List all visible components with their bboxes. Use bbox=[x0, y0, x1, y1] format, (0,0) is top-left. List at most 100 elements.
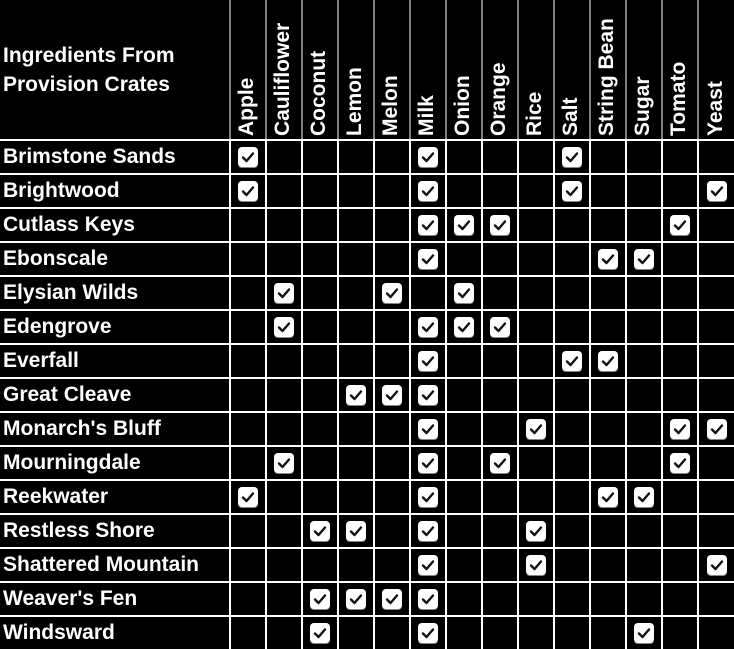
cell-yeast bbox=[697, 174, 734, 209]
cell-onion bbox=[445, 276, 483, 311]
cell-coconut bbox=[301, 412, 339, 447]
cell-apple bbox=[229, 242, 267, 277]
checkbox-checked-icon bbox=[310, 521, 330, 541]
cell-orange bbox=[481, 242, 519, 277]
cell-tomato bbox=[661, 140, 699, 175]
checkbox-checked-icon bbox=[382, 385, 402, 405]
checkbox-checked-icon bbox=[274, 317, 294, 337]
column-header-cauliflower: Cauliflower bbox=[265, 0, 302, 141]
cell-yeast bbox=[697, 310, 734, 345]
cell-apple bbox=[229, 310, 267, 345]
column-header-tomato: Tomato bbox=[661, 0, 698, 141]
cell-string-bean bbox=[589, 208, 627, 243]
checkbox-checked-icon bbox=[418, 521, 438, 541]
cell-rice bbox=[517, 412, 555, 447]
checkbox-checked-icon bbox=[310, 623, 330, 643]
checkbox-checked-icon bbox=[706, 555, 727, 575]
cell-onion bbox=[445, 514, 483, 549]
column-label: Cauliflower bbox=[271, 22, 294, 136]
cell-salt bbox=[553, 344, 591, 379]
cell-rice bbox=[517, 344, 555, 379]
cell-sugar bbox=[625, 242, 663, 277]
cell-sugar bbox=[625, 378, 663, 413]
cell-apple bbox=[229, 140, 267, 175]
checkbox-checked-icon bbox=[634, 623, 654, 643]
checkbox-checked-icon bbox=[670, 215, 690, 235]
cell-apple bbox=[229, 344, 267, 379]
cell-sugar bbox=[625, 616, 663, 649]
cell-rice bbox=[517, 480, 555, 515]
column-label: Orange bbox=[487, 62, 510, 136]
cell-onion bbox=[445, 582, 483, 617]
cell-yeast bbox=[697, 548, 734, 583]
cell-yeast bbox=[697, 582, 734, 617]
cell-coconut bbox=[301, 378, 339, 413]
cell-salt bbox=[553, 140, 591, 175]
cell-rice bbox=[517, 140, 555, 175]
cell-milk bbox=[409, 310, 447, 345]
cell-orange bbox=[481, 174, 519, 209]
checkbox-checked-icon bbox=[670, 453, 690, 473]
checkbox-checked-icon bbox=[418, 215, 438, 235]
cell-rice bbox=[517, 514, 555, 549]
column-label: Salt bbox=[559, 97, 582, 136]
cell-lemon bbox=[337, 310, 375, 345]
checkbox-checked-icon bbox=[418, 487, 438, 507]
cell-string-bean bbox=[589, 140, 627, 175]
checkbox-checked-icon bbox=[346, 589, 366, 609]
checkbox-checked-icon bbox=[598, 351, 618, 371]
checkbox-checked-icon bbox=[418, 181, 438, 201]
cell-tomato bbox=[661, 242, 699, 277]
cell-coconut bbox=[301, 446, 339, 481]
cell-salt bbox=[553, 582, 591, 617]
cell-apple bbox=[229, 480, 267, 515]
cell-tomato bbox=[661, 480, 699, 515]
table-row: Everfall bbox=[0, 344, 734, 379]
cell-orange bbox=[481, 548, 519, 583]
cell-yeast bbox=[697, 242, 734, 277]
table-body: Brimstone Sands Brightwood Cutlass Keys Ebo… bbox=[0, 140, 734, 649]
cell-yeast bbox=[697, 480, 734, 515]
cell-cauliflower bbox=[265, 480, 303, 515]
cell-yeast bbox=[697, 344, 734, 379]
cell-milk bbox=[409, 344, 447, 379]
table-row: Windsward bbox=[0, 616, 734, 649]
cell-melon bbox=[373, 412, 411, 447]
cell-salt bbox=[553, 446, 591, 481]
cell-rice bbox=[517, 310, 555, 345]
cell-cauliflower bbox=[265, 174, 303, 209]
column-label: Coconut bbox=[307, 50, 330, 136]
cell-milk bbox=[409, 378, 447, 413]
cell-milk bbox=[409, 276, 447, 311]
cell-string-bean bbox=[589, 582, 627, 617]
checkbox-checked-icon bbox=[238, 147, 258, 167]
cell-coconut bbox=[301, 242, 339, 277]
row-label: Edengrove bbox=[0, 310, 231, 345]
cell-orange bbox=[481, 480, 519, 515]
checkbox-checked-icon bbox=[238, 487, 258, 507]
checkbox-checked-icon bbox=[238, 181, 258, 201]
column-header-salt: Salt bbox=[553, 0, 590, 141]
cell-rice bbox=[517, 276, 555, 311]
cell-milk bbox=[409, 548, 447, 583]
cell-orange bbox=[481, 446, 519, 481]
cell-orange bbox=[481, 208, 519, 243]
cell-milk bbox=[409, 412, 447, 447]
cell-milk bbox=[409, 514, 447, 549]
cell-cauliflower bbox=[265, 616, 303, 649]
table-title-line1: Ingredients From bbox=[3, 43, 175, 67]
cell-salt bbox=[553, 310, 591, 345]
column-header-milk: Milk bbox=[409, 0, 446, 141]
table-row: Restless Shore bbox=[0, 514, 734, 549]
cell-coconut bbox=[301, 276, 339, 311]
row-label: Monarch's Bluff bbox=[0, 412, 231, 447]
cell-milk bbox=[409, 140, 447, 175]
cell-melon bbox=[373, 276, 411, 311]
cell-rice bbox=[517, 174, 555, 209]
header-row: Ingredients From Provision Crates Apple Ca… bbox=[0, 0, 734, 141]
cell-rice bbox=[517, 548, 555, 583]
cell-onion bbox=[445, 174, 483, 209]
row-label: Mourningdale bbox=[0, 446, 231, 481]
cell-string-bean bbox=[589, 174, 627, 209]
cell-sugar bbox=[625, 310, 663, 345]
